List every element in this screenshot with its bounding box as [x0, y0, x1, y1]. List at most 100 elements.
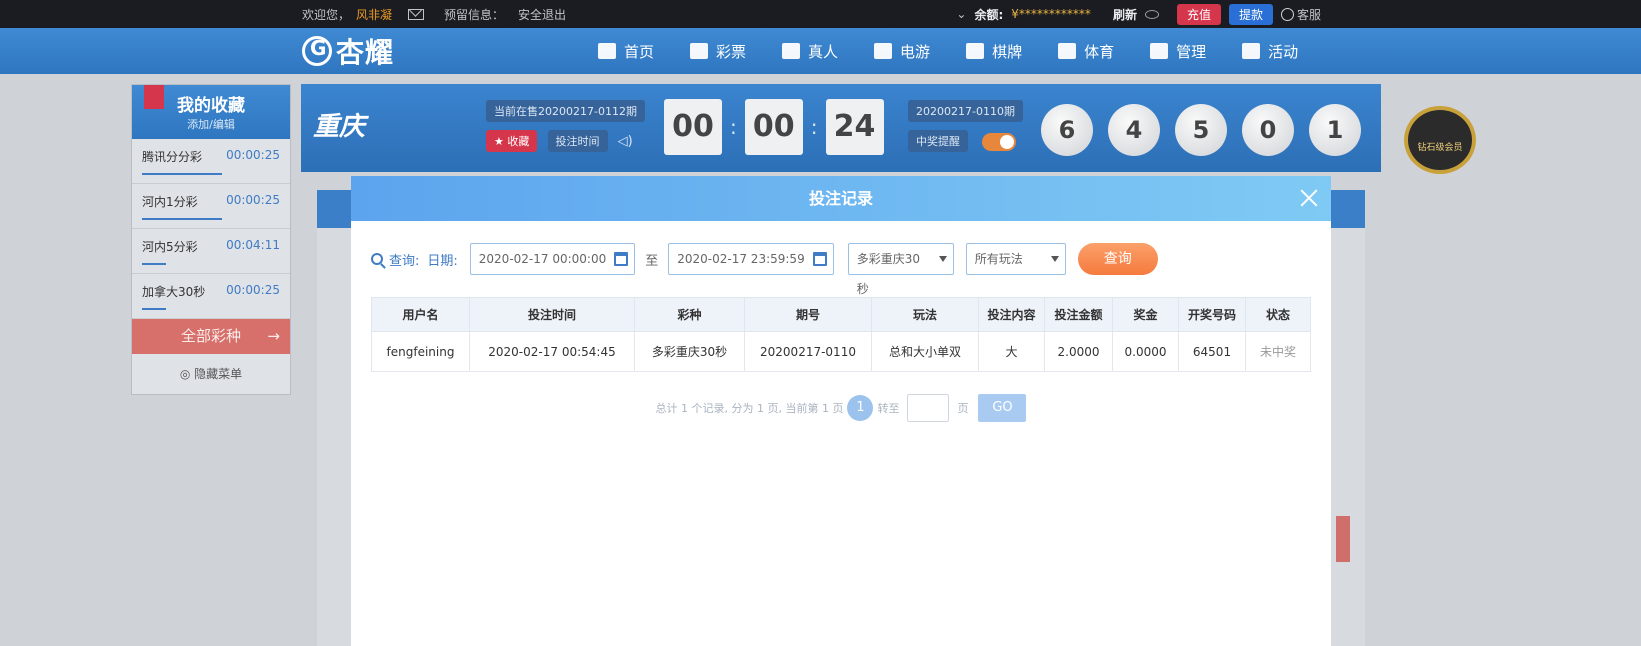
calendar-icon[interactable] — [614, 252, 629, 266]
nav-label: 活动 — [1268, 42, 1299, 61]
go-button[interactable]: GO — [978, 394, 1027, 422]
mail-icon[interactable] — [408, 8, 425, 20]
draw-ball: 4 — [1108, 104, 1160, 156]
cell-username: fengfeining — [371, 331, 470, 372]
cell-prize: 0.0000 — [1112, 331, 1179, 372]
table-row[interactable]: fengfeining 2020-02-17 00:54:45 多彩重庆30秒 … — [371, 331, 1311, 372]
eye-off-icon: ◎ — [179, 367, 195, 381]
win-remind-label: 中奖提醒 — [908, 130, 968, 152]
nav-item-cards[interactable]: 棋牌 — [966, 41, 1022, 62]
favorite-button[interactable]: ★ 收藏 — [486, 130, 538, 152]
logout-link[interactable]: 安全退出 — [518, 6, 566, 23]
draw-ball: 6 — [1041, 104, 1093, 156]
favorite-item[interactable]: 加拿大30秒 00:00:25 — [132, 274, 290, 319]
favorites-panel: 我的收藏 添加/编辑 腾讯分分彩 00:00:25 河内1分彩 00:00:25 河… — [131, 84, 291, 395]
cell-play: 总和大小单双 — [871, 331, 979, 372]
service-button[interactable]: 客服 — [1280, 6, 1321, 23]
nav-item-live[interactable]: 真人 — [782, 41, 838, 62]
nav-bar: 杏耀 首页 彩票 真人 电游 棋牌 体育 管理 活动 — [0, 28, 1641, 74]
caret-down-icon — [1050, 256, 1059, 262]
nav-item-lottery[interactable]: 彩票 — [690, 41, 746, 62]
nav-label: 彩票 — [716, 42, 747, 61]
column-header: 奖金 — [1112, 297, 1179, 332]
column-header: 投注时间 — [469, 297, 635, 332]
query-button[interactable]: 查询 — [1077, 243, 1158, 275]
welcome-text: 欢迎您， — [302, 7, 351, 22]
game-meta: 当前在售20200217-0112期 ★ 收藏 投注时间 ◁) — [486, 100, 645, 152]
date-to-input[interactable]: 2020-02-17 23:59:59 — [668, 243, 834, 275]
all-lotteries-button[interactable]: 全部彩种 → — [132, 319, 290, 354]
favorites-edit-link[interactable]: 添加/编辑 — [132, 116, 290, 132]
calendar-icon[interactable] — [812, 252, 827, 266]
pagination: 总计 1 个记录, 分为 1 页, 当前第 1 页 1 转至 页 GO — [351, 394, 1331, 422]
countdown: 00 : 00 : 24 — [664, 99, 884, 155]
logo-icon — [302, 36, 332, 66]
cards-icon — [966, 43, 985, 59]
favorite-time: 00:00:25 — [226, 148, 280, 162]
progress-bar — [142, 218, 222, 220]
current-issue: 当前在售20200217-0112期 — [486, 100, 645, 122]
nav-item-manage[interactable]: 管理 — [1150, 41, 1206, 62]
date-from-value: 2020-02-17 00:00:00 — [478, 252, 607, 266]
chevron-down-icon[interactable]: ⌄ — [956, 7, 966, 21]
caret-down-icon — [938, 256, 947, 262]
cell-amount: 2.0000 — [1044, 331, 1113, 372]
win-remind-toggle[interactable] — [982, 132, 1017, 151]
top-bar: 欢迎您， 风非凝 预留信息： 安全退出 ⌄ 余额: ¥************ … — [0, 0, 1641, 28]
game-header: 重庆 当前在售20200217-0112期 ★ 收藏 投注时间 ◁) 00 : … — [301, 84, 1381, 172]
page-jump-input[interactable] — [907, 394, 950, 422]
balance-value: ¥************ — [1011, 7, 1091, 21]
pager-page-unit: 页 — [957, 402, 969, 415]
favorite-item[interactable]: 腾讯分分彩 00:00:25 — [132, 139, 290, 184]
cell-issue: 20200217-0110 — [744, 331, 872, 372]
filter-bar: 查询: 日期: 2020-02-17 00:00:00 至 2020-02-17… — [371, 243, 1158, 296]
progress-bar — [142, 173, 222, 175]
username[interactable]: 风非凝 — [356, 6, 392, 23]
person-icon — [782, 43, 801, 59]
progress-bar — [142, 308, 166, 310]
nav-label: 电游 — [900, 42, 931, 61]
nav-label: 管理 — [1176, 42, 1207, 61]
date-label: 日期: — [427, 253, 458, 269]
speaker-icon[interactable]: ◁) — [618, 134, 633, 149]
recharge-button[interactable]: 充值 — [1176, 3, 1221, 25]
play-select[interactable]: 所有玩法 — [965, 243, 1066, 275]
draw-ball: 5 — [1175, 104, 1227, 156]
previous-issue: 20200217-0110期 — [908, 100, 1023, 122]
cell-draw-number: 64501 — [1178, 331, 1246, 372]
all-lotteries-label: 全部彩种 — [180, 327, 241, 345]
column-header: 开奖号码 — [1178, 297, 1246, 332]
refresh-button[interactable]: 刷新 — [1113, 6, 1137, 23]
vip-badge[interactable]: 钻石级会员 — [1404, 106, 1476, 174]
date-to-value: 2020-02-17 23:59:59 — [677, 252, 805, 266]
previous-draw: 20200217-0110期 中奖提醒 — [908, 100, 1023, 152]
nav-item-home[interactable]: 首页 — [598, 41, 654, 62]
eye-icon[interactable] — [1144, 9, 1159, 19]
lottery-select[interactable]: 多彩重庆30秒 — [847, 243, 954, 296]
gift-icon — [1242, 43, 1261, 59]
countdown-separator: : — [730, 115, 737, 139]
nav-item-slots[interactable]: 电游 — [874, 41, 930, 62]
hide-menu-button[interactable]: ◎ 隐藏菜单 — [132, 354, 290, 394]
nav-item-sports[interactable]: 体育 — [1058, 41, 1114, 62]
background-accent — [1336, 516, 1350, 562]
close-icon[interactable] — [1299, 188, 1319, 208]
bet-time-button[interactable]: 投注时间 — [547, 130, 608, 152]
home-icon — [598, 43, 616, 59]
pager-goto-label: 转至 — [877, 402, 900, 415]
balance-label: 余额: — [974, 7, 1004, 22]
site-logo[interactable]: 杏耀 — [302, 32, 394, 70]
favorite-name: 加拿大30秒 — [142, 285, 206, 299]
date-from-input[interactable]: 2020-02-17 00:00:00 — [469, 243, 636, 275]
countdown-seconds: 24 — [825, 99, 884, 155]
favorites-header: 我的收藏 添加/编辑 — [132, 85, 290, 139]
users-icon — [1150, 43, 1169, 59]
page-number-current[interactable]: 1 — [847, 395, 874, 421]
nav-label: 体育 — [1084, 42, 1115, 61]
withdraw-button[interactable]: 提款 — [1228, 3, 1273, 25]
favorite-item[interactable]: 河内5分彩 00:04:11 — [132, 229, 290, 274]
hide-menu-label: 隐藏菜单 — [194, 367, 243, 381]
favorite-item[interactable]: 河内1分彩 00:00:25 — [132, 184, 290, 229]
progress-bar — [142, 263, 166, 265]
nav-item-events[interactable]: 活动 — [1242, 41, 1298, 62]
